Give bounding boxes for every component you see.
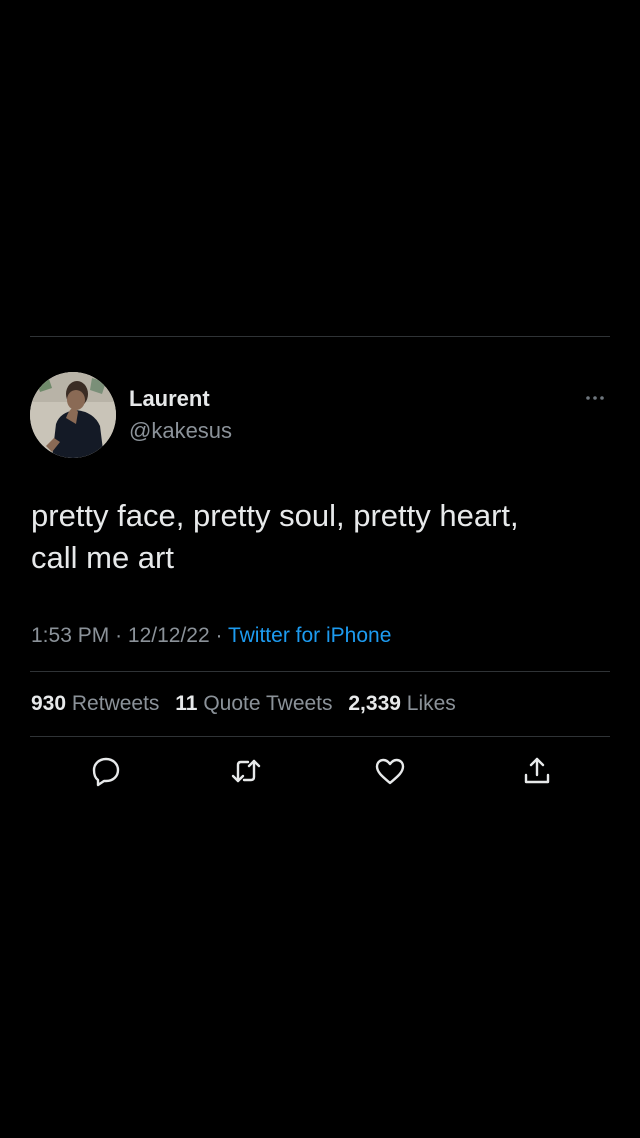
stats-top-divider <box>30 671 610 672</box>
meta-separator: · <box>215 624 223 647</box>
avatar-photo <box>30 372 116 458</box>
quote-tweets-count: 11 <box>175 692 198 715</box>
stats-bottom-divider <box>30 736 610 737</box>
tweet-source-link[interactable]: Twitter for iPhone <box>228 624 391 647</box>
likes-label: Likes <box>406 692 456 715</box>
retweets-label: Retweets <box>71 692 160 715</box>
top-divider <box>30 336 610 337</box>
tweet-text: pretty face, pretty soul, pretty heart, … <box>31 495 611 579</box>
likes-stat[interactable]: 2,339 Likes <box>348 692 455 715</box>
likes-count: 2,339 <box>348 692 401 715</box>
display-name[interactable]: Laurent <box>129 386 210 412</box>
more-options-icon[interactable] <box>582 388 608 408</box>
retweets-count: 930 <box>31 692 67 715</box>
tweet-time[interactable]: 1:53 PM <box>31 624 109 647</box>
tweet-stats: 930 Retweets 11 Quote Tweets 2,339 Likes <box>31 690 466 718</box>
reply-icon[interactable] <box>89 754 123 788</box>
avatar[interactable] <box>30 372 116 458</box>
quote-tweets-label: Quote Tweets <box>203 692 333 715</box>
user-handle[interactable]: @kakesus <box>129 418 232 444</box>
retweet-icon[interactable] <box>229 754 263 788</box>
share-icon[interactable] <box>520 754 554 788</box>
tweet-text-line: call me art <box>31 540 174 575</box>
tweet-text-line: pretty face, pretty soul, pretty heart, <box>31 498 519 533</box>
retweets-stat[interactable]: 930 Retweets <box>31 692 159 715</box>
like-icon[interactable] <box>373 754 407 788</box>
tweet-date[interactable]: 12/12/22 <box>128 624 210 647</box>
tweet-metadata: 1:53 PM · 12/12/22 · Twitter for iPhone <box>31 622 391 650</box>
meta-separator: · <box>115 624 123 647</box>
quote-tweets-stat[interactable]: 11 Quote Tweets <box>175 692 332 715</box>
